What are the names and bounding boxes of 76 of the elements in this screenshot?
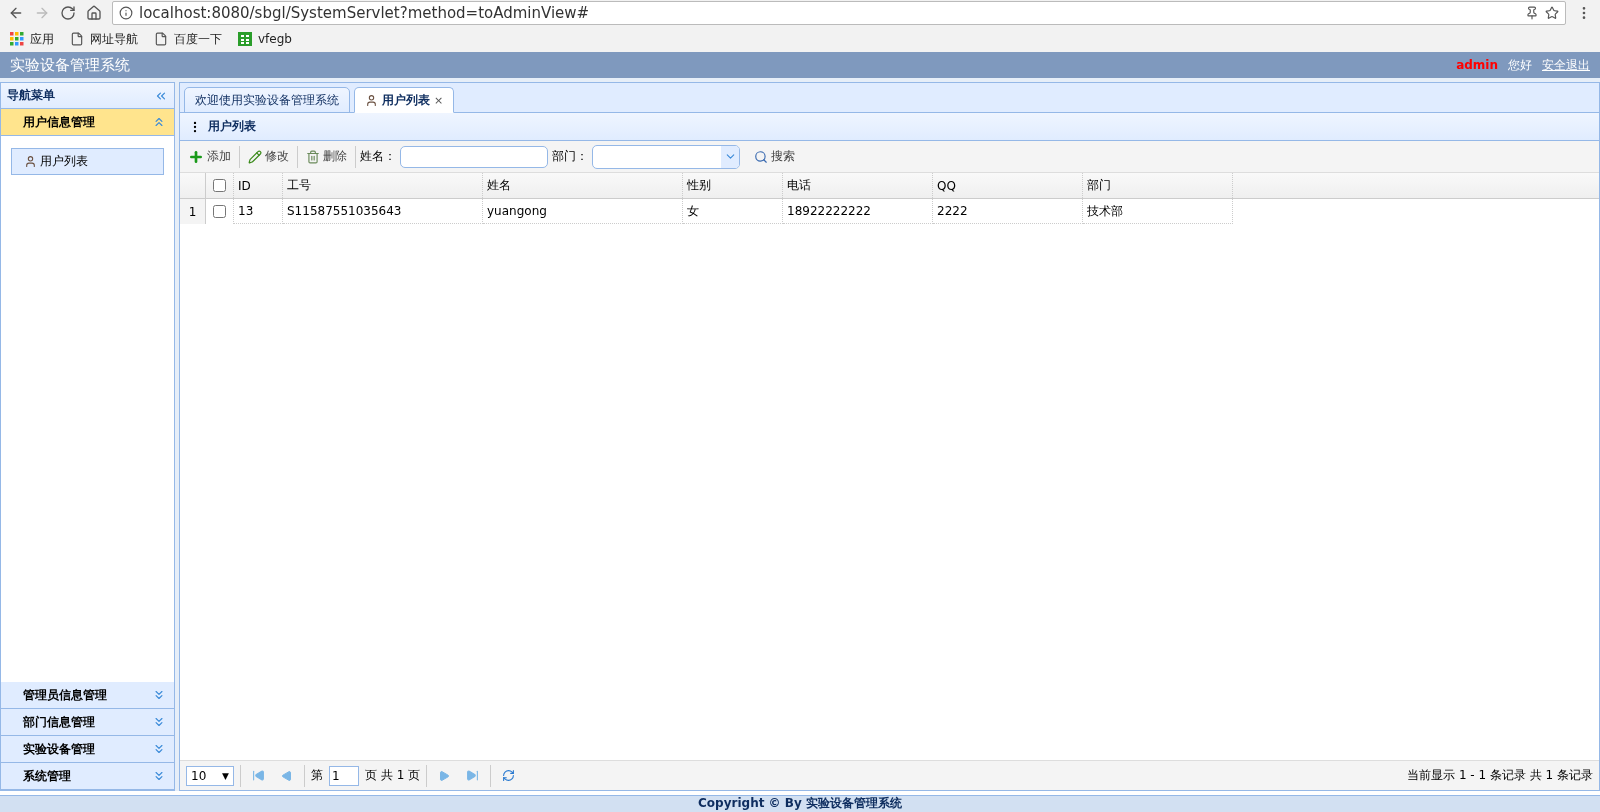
home-icon[interactable] [86,5,102,21]
refresh-icon [502,769,516,782]
search-button[interactable]: 搜索 [750,146,799,167]
table-cell: 技术部 [1083,199,1233,224]
chevrons-down-icon [152,742,166,756]
first-page-icon [252,769,265,782]
page-total: 页 共 1 页 [365,767,421,784]
page-icon [70,32,84,46]
accordion-header[interactable]: 部门信息管理 [1,709,174,736]
toolbar-button[interactable]: 添加 [184,146,235,167]
user-name: admin [1456,58,1498,72]
table-cell: 2222 [933,199,1083,224]
bookmark[interactable]: 网址导航 [70,30,138,48]
name-input[interactable] [400,145,548,168]
user-icon [365,93,378,107]
tab[interactable]: 用户列表 × [354,87,455,113]
table-cell: 女 [683,199,783,224]
column-header[interactable]: 电话 [783,173,933,198]
row-number: 1 [180,199,206,224]
bookmark[interactable]: vfegb [238,32,292,46]
back-icon[interactable] [8,5,24,21]
page-label: 第 [311,767,323,784]
department-select[interactable] [592,144,740,169]
pencil-icon [248,149,262,164]
sidebar-item[interactable]: 用户列表 [11,148,164,175]
page-icon [154,32,168,46]
panel-title: 用户列表 [208,118,256,135]
page-input[interactable]: 1 [329,765,359,786]
accordion-header[interactable]: 用户信息管理 [1,109,174,136]
column-header[interactable]: ID [234,173,283,198]
sidebar-title: 导航菜单 [7,87,55,104]
accordion-header[interactable]: 系统管理 [1,763,174,790]
close-button[interactable]: × [434,93,444,107]
copyright-text: Copyright © By 实验设备管理系统 [698,796,902,812]
column-header[interactable]: 工号 [283,173,483,198]
toolbar-button[interactable]: 删除 [302,146,351,167]
chevrons-down-icon [152,715,166,729]
row-checkbox[interactable] [213,205,226,218]
greeting: 您好 [1508,56,1532,74]
chevrons-up-icon [152,115,166,129]
bookmark-star-icon[interactable] [1545,6,1559,20]
toolbar-button[interactable]: 修改 [244,146,293,167]
table-cell: yuangong [483,199,683,224]
search-icon [754,149,768,164]
field-label: 姓名： [360,148,396,165]
previous-page-icon [281,769,293,782]
tab[interactable]: 欢迎使用实验设备管理系统 [184,87,350,113]
address-bar[interactable]: localhost:8080/sbgl/SystemServlet?method=toAdminView# [112,1,1566,25]
chevrons-down-icon [152,688,166,702]
apps-grid-icon [10,32,24,46]
grid-icon [238,32,252,46]
accordion-header[interactable]: 管理员信息管理 [1,682,174,709]
bookmark[interactable]: 应用 [10,30,54,48]
column-header[interactable]: 性别 [683,173,783,198]
bookmark[interactable]: 百度一下 [154,30,222,48]
select-all-checkbox[interactable] [213,179,226,192]
app-title: 实验设备管理系统 [10,55,130,75]
page-size-select[interactable]: 10 ▼ [186,765,234,786]
trash-icon [306,149,320,164]
record-summary: 当前显示 1 - 1 条记录 共 1 条记录 [1407,767,1593,784]
user-icon [24,155,37,168]
next-page-icon [438,769,451,782]
last-page-icon [466,769,480,782]
plus-icon [188,148,204,165]
column-header[interactable]: QQ [933,173,1083,198]
reload-icon[interactable] [60,5,76,21]
pin-icon[interactable] [1525,6,1539,20]
field-label: 部门： [552,148,588,165]
table-cell: 18922222222 [783,199,933,224]
table-cell: S11587551035643 [283,199,483,224]
column-header[interactable]: 姓名 [483,173,683,198]
info-icon [119,6,133,20]
table-cell: 13 [234,199,283,224]
column-header[interactable]: 部门 [1083,173,1233,198]
chevrons-down-icon [152,769,166,783]
accordion-header[interactable]: 实验设备管理 [1,736,174,763]
